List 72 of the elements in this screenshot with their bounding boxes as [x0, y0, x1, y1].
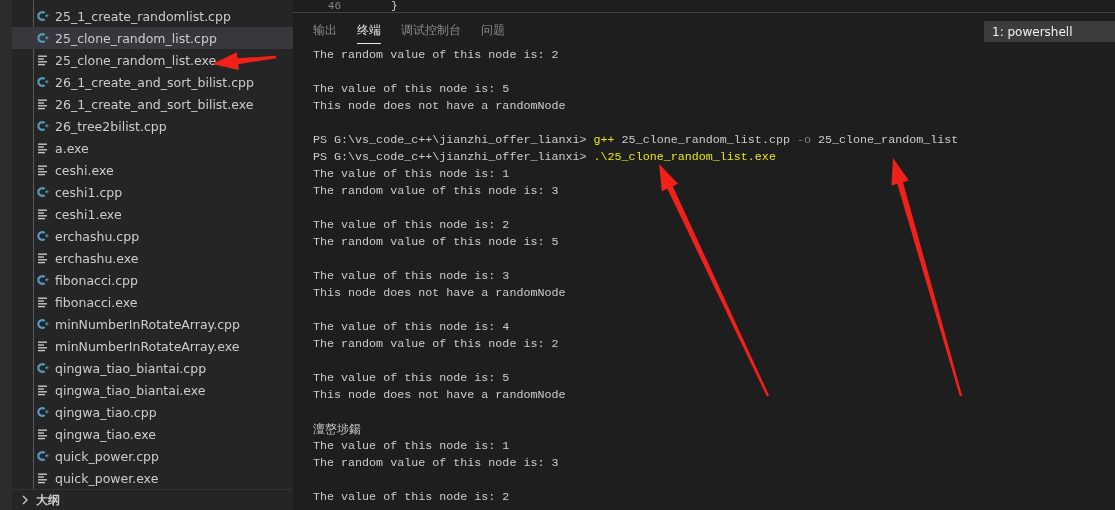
text-file-icon	[36, 141, 50, 155]
file-item[interactable]: quick_power.exe	[12, 467, 293, 489]
terminal-output: The value of this node is: 1	[313, 439, 510, 453]
file-item[interactable]: 26_1_create_and_sort_bilist.exe	[12, 93, 293, 115]
terminal-output: The random value of this node is: 5	[313, 235, 559, 249]
file-item[interactable]: qingwa_tiao.cpp	[12, 401, 293, 423]
chevron-icon	[20, 495, 30, 505]
text-file-icon	[36, 251, 50, 265]
text-file-icon	[36, 383, 50, 397]
text-file-icon	[36, 339, 50, 353]
cpp-file-icon	[36, 361, 50, 375]
terminal-output: The random value of this node is: 2	[313, 337, 559, 351]
file-item[interactable]: 25_clone_random_list.cpp	[12, 27, 293, 49]
text-file-icon	[36, 207, 50, 221]
terminal-output: The random value of this node is: 2	[313, 48, 559, 62]
file-item[interactable]: 26_tree2bilist.cpp	[12, 115, 293, 137]
file-item[interactable]: fibonacci.cpp	[12, 269, 293, 291]
terminal-output: This node does not have a randomNode	[313, 99, 566, 113]
text-file-icon	[36, 53, 50, 67]
file-item[interactable]: 25_clone_random_list.exe	[12, 49, 293, 71]
file-item[interactable]: erchashu.exe	[12, 247, 293, 269]
panel-tab[interactable]: 问题	[481, 16, 505, 44]
file-item[interactable]: ceshi1.exe	[12, 203, 293, 225]
cpp-file-icon	[36, 449, 50, 463]
cpp-file-icon	[36, 405, 50, 419]
file-item[interactable]: qingwa_tiao_biantai.cpp	[12, 357, 293, 379]
cpp-file-icon	[36, 9, 50, 23]
cpp-file-icon	[36, 229, 50, 243]
panel-tab[interactable]: 终端	[357, 16, 381, 44]
file-item[interactable]: 26_1_create_and_sort_bilist.cpp	[12, 71, 293, 93]
cpp-file-icon	[36, 119, 50, 133]
file-item[interactable]: fibonacci.exe	[12, 291, 293, 313]
file-item[interactable]: a.exe	[12, 137, 293, 159]
terminal-command: PS G:\vs_code_c++\jianzhi_offer_lianxi> .\25_clone_random_list.exe	[313, 149, 777, 166]
text-file-icon	[36, 163, 50, 177]
text-file-icon	[36, 471, 50, 485]
cpp-file-icon	[36, 273, 50, 287]
terminal-output: This node does not have a randomNode	[313, 286, 566, 300]
file-item[interactable]: minNumberInRotateArray.cpp	[12, 313, 293, 335]
panel-tab[interactable]: 输出	[313, 16, 337, 44]
cpp-file-icon	[36, 75, 50, 89]
terminal-output: The value of this node is: 2	[313, 218, 510, 232]
terminal-output: The random value of this node is: 3	[313, 456, 559, 470]
terminal-output: The value of this node is: 5	[313, 371, 510, 385]
terminal-output: The random value of this node is: 3	[313, 184, 559, 198]
file-item[interactable]: erchashu.cpp	[12, 225, 293, 247]
terminal-output: This node does not have a randomNode	[313, 388, 566, 402]
terminal-output: The value of this node is: 1	[313, 167, 510, 181]
text-file-icon	[36, 97, 50, 111]
terminal-output: 澶嶅埗鍚	[313, 422, 361, 436]
panel-tab[interactable]: 调试控制台	[401, 16, 461, 44]
code-line: }	[391, 0, 398, 12]
terminal-output: The value of this node is: 2	[313, 490, 510, 504]
terminal-command: PS G:\vs_code_c++\jianzhi_offer_lianxi> g++ 25_clone_random_list.cpp -o 25_clone_random_list	[313, 132, 960, 149]
cpp-file-icon	[36, 31, 50, 45]
file-item[interactable]: ceshi1.cpp	[12, 181, 293, 203]
file-item[interactable]: qingwa_tiao.exe	[12, 423, 293, 445]
cpp-file-icon	[36, 317, 50, 331]
cpp-file-icon	[36, 185, 50, 199]
text-file-icon	[36, 295, 50, 309]
terminal-output: The value of this node is: 4	[313, 320, 510, 334]
file-item[interactable]: qingwa_tiao_biantai.exe	[12, 379, 293, 401]
file-item[interactable]: quick_power.cpp	[12, 445, 293, 467]
file-item[interactable]: minNumberInRotateArray.exe	[12, 335, 293, 357]
file-item[interactable]: 25_1_create_randomlist.cpp	[12, 5, 293, 27]
terminal-output: The value of this node is: 3	[313, 269, 510, 283]
terminal-dropdown[interactable]: 1: powershell	[984, 21, 1115, 42]
line-number: 46	[326, 0, 341, 12]
terminal-output: The value of this node is: 5	[313, 82, 510, 96]
outline-section-header[interactable]: 大纲	[12, 489, 293, 510]
text-file-icon	[36, 427, 50, 441]
file-item[interactable]: ceshi.exe	[12, 159, 293, 181]
